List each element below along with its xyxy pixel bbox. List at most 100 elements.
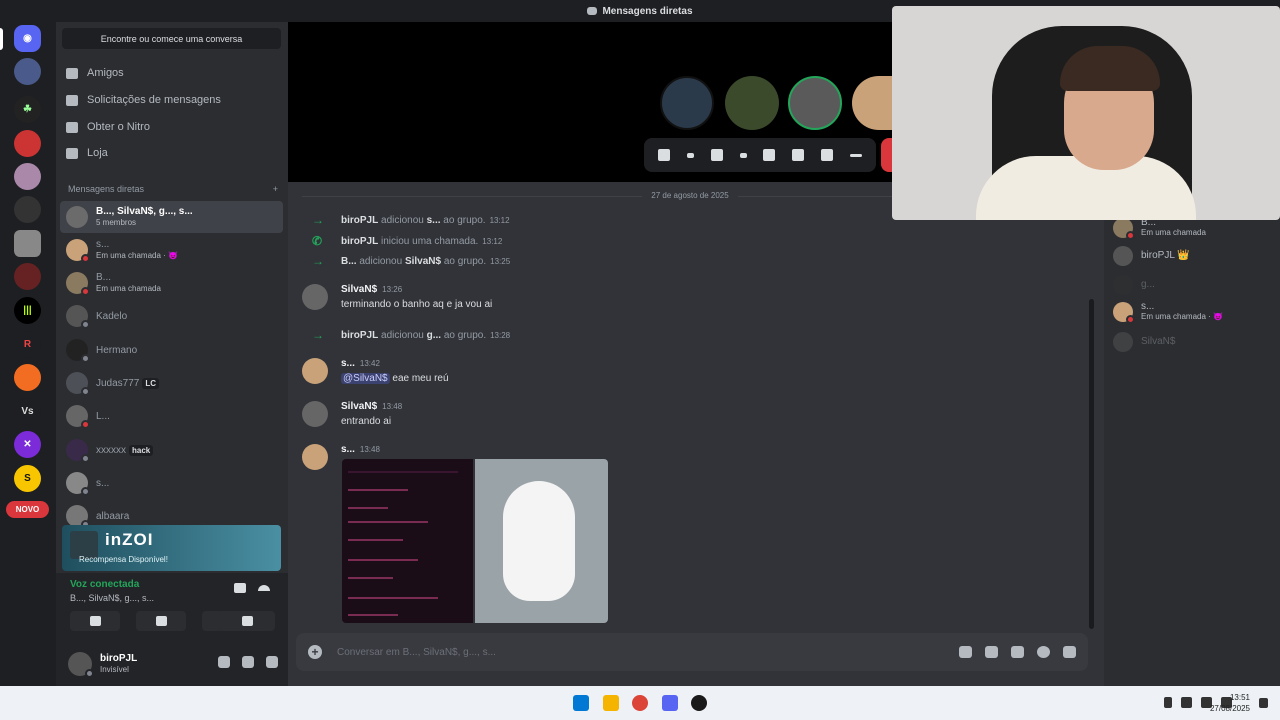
mention[interactable]: @SilvaN$ — [341, 373, 390, 384]
dm-header-label: Mensagens diretas — [68, 184, 145, 194]
target[interactable]: SilvaN$ — [405, 256, 441, 267]
promo-banner[interactable]: inZOI Recompensa Disponível! — [62, 525, 281, 571]
dm-item[interactable]: L... — [60, 400, 283, 432]
gift-icon[interactable] — [959, 646, 972, 658]
voice-status[interactable]: Voz conectada — [70, 579, 139, 590]
server-icon[interactable] — [14, 58, 41, 85]
target[interactable]: g... — [427, 330, 441, 341]
member-item[interactable]: SilvaN$ — [1113, 332, 1175, 352]
image-attachment-cat[interactable] — [475, 459, 608, 623]
add-dm-button[interactable]: + — [273, 184, 278, 194]
soundboard-icon[interactable] — [820, 149, 833, 161]
server-icon[interactable] — [14, 230, 41, 257]
dm-item[interactable]: xxxxxx hack — [60, 434, 283, 466]
settings-gear-icon[interactable] — [266, 656, 278, 668]
notification-icon[interactable] — [1259, 698, 1268, 708]
server-icon[interactable] — [14, 130, 41, 157]
dm-item[interactable]: s... Em uma chamada · 😈 — [60, 234, 283, 266]
author[interactable]: s... — [341, 444, 355, 455]
more-icon[interactable] — [849, 153, 862, 157]
gamepad-icon[interactable] — [1063, 646, 1076, 658]
headphones-icon[interactable] — [242, 656, 254, 668]
actor[interactable]: biroPJL — [341, 236, 378, 247]
screen-share-button[interactable] — [136, 611, 186, 631]
call-participant-avatar[interactable] — [788, 76, 842, 130]
avatar — [1113, 302, 1135, 324]
dm-item-group[interactable]: B..., SilvaN$, g..., s... 5 membros — [60, 201, 283, 233]
target[interactable]: s... — [427, 215, 441, 226]
dm-item[interactable]: Kadelo — [60, 300, 283, 332]
composer-placeholder[interactable]: Conversar em B..., SilvaN$, g..., s... — [337, 647, 496, 658]
server-icon[interactable]: ☘ — [14, 96, 41, 123]
dm-item[interactable]: Hermano — [60, 334, 283, 366]
server-icon[interactable] — [14, 263, 41, 290]
windows-start-icon[interactable] — [573, 695, 589, 711]
microphone-icon[interactable] — [1181, 697, 1192, 708]
discord-icon[interactable] — [662, 695, 678, 711]
chrome-icon[interactable] — [632, 695, 648, 711]
actor[interactable]: biroPJL — [341, 215, 378, 226]
find-conversation-button[interactable]: Encontre ou comece uma conversa — [62, 28, 281, 49]
screen-share-icon[interactable] — [763, 149, 776, 161]
server-icon[interactable]: ✕ — [14, 431, 41, 458]
call-controls — [644, 138, 876, 172]
author[interactable]: SilvaN$ — [341, 401, 377, 412]
emoji-icon[interactable] — [1037, 646, 1050, 658]
chevron-down-icon[interactable] — [687, 152, 695, 158]
noise-suppression-icon[interactable] — [234, 583, 246, 593]
call-participant-avatar[interactable] — [660, 76, 714, 130]
server-icon[interactable]: Vs — [14, 398, 41, 425]
nav-friends[interactable]: Amigos — [66, 62, 278, 84]
avatar[interactable] — [302, 401, 328, 427]
call-participant-avatar[interactable] — [725, 76, 779, 130]
new-badge[interactable]: NOVO — [6, 501, 49, 518]
server-icon[interactable]: R — [14, 331, 41, 358]
sticker-icon[interactable] — [1011, 646, 1024, 658]
message: s... 13:42 @SilvaN$ eae meu reú — [302, 358, 449, 384]
soundboard-button[interactable] — [219, 611, 275, 631]
author[interactable]: SilvaN$ — [341, 284, 377, 295]
camera-off-icon[interactable] — [710, 149, 723, 161]
microphone-icon[interactable] — [658, 149, 671, 161]
server-icon[interactable] — [14, 364, 41, 391]
server-icon[interactable]: ||| — [14, 297, 41, 324]
dm-item[interactable]: B... Em uma chamada — [60, 267, 283, 299]
add-attachment-icon[interactable]: + — [308, 645, 322, 659]
member-item[interactable]: B... Em uma chamada — [1113, 218, 1206, 240]
member-item[interactable]: g... — [1113, 275, 1155, 295]
actor[interactable]: biroPJL — [341, 330, 378, 341]
dm-item[interactable]: Judas777 LC — [60, 367, 283, 399]
image-attachment-menu-screenshot[interactable] — [342, 459, 473, 623]
server-icon[interactable] — [14, 163, 41, 190]
chevron-up-icon[interactable] — [1164, 697, 1172, 708]
actor[interactable]: B... — [341, 256, 357, 267]
member-item[interactable]: s... Em uma chamada · 😈 — [1113, 302, 1223, 324]
server-icon[interactable] — [14, 196, 41, 223]
obs-icon[interactable] — [691, 695, 707, 711]
file-explorer-icon[interactable] — [603, 695, 619, 711]
nav-nitro[interactable]: Obter o Nitro — [66, 116, 278, 138]
chevron-down-icon[interactable] — [739, 152, 747, 158]
avatar — [1113, 218, 1135, 240]
disconnect-icon[interactable] — [258, 585, 270, 591]
clock[interactable]: 13:51 27/08/2025 — [1210, 692, 1250, 714]
nav-message-requests[interactable]: Solicitações de mensagens — [66, 89, 278, 111]
avatar[interactable] — [68, 652, 94, 678]
message-composer[interactable]: + Conversar em B..., SilvaN$, g..., s... — [296, 633, 1088, 671]
gif-icon[interactable] — [985, 646, 998, 658]
microphone-icon[interactable] — [218, 656, 230, 668]
avatar[interactable] — [302, 284, 328, 310]
dm-item[interactable]: s... — [60, 467, 283, 499]
nav-shop[interactable]: Loja — [66, 142, 278, 164]
avatar — [66, 372, 90, 396]
camera-off-button[interactable] — [70, 611, 120, 631]
avatar[interactable] — [302, 444, 328, 470]
server-icon[interactable]: S — [14, 465, 41, 492]
author[interactable]: s... — [341, 358, 355, 369]
member-item[interactable]: biroPJL 👑 — [1113, 246, 1190, 266]
chat-scrollbar[interactable] — [1089, 299, 1094, 629]
avatar[interactable] — [302, 358, 328, 384]
gamepad-icon[interactable] — [792, 149, 805, 161]
call-participant-avatar[interactable] — [852, 76, 892, 130]
discord-home-icon[interactable]: ◉ — [14, 25, 41, 52]
